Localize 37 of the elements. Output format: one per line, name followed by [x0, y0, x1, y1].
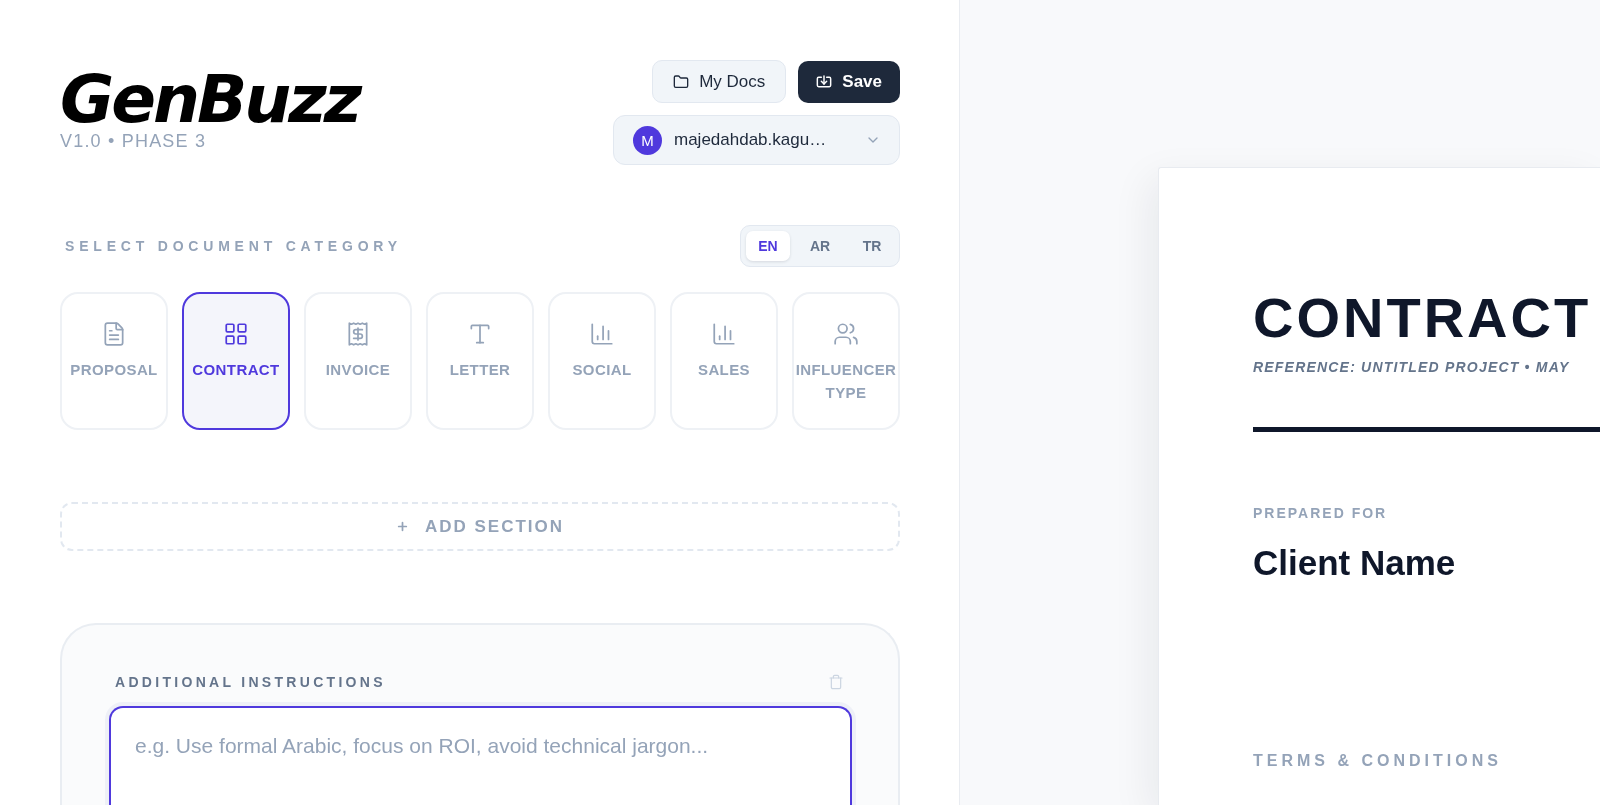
save-button[interactable]: Save: [798, 60, 900, 103]
trash-icon: [828, 674, 844, 690]
instructions-field[interactable]: e.g. Use formal Arabic, focus on ROI, avoid technical jargon...: [109, 706, 852, 805]
category-tile[interactable]: LETTER: [426, 292, 534, 430]
category-tile[interactable]: PROPOSAL: [60, 292, 168, 430]
users-icon: [833, 321, 859, 347]
plus-icon: [395, 520, 409, 533]
version-label: V1.0 • PHASE 3: [60, 130, 207, 152]
instructions-label: ADDITIONAL INSTRUCTIONS: [115, 673, 386, 691]
document-reference: REFERENCE: UNTITLED PROJECT • MAY: [1253, 358, 1570, 376]
text-icon: [467, 321, 493, 347]
section-label: SELECT DOCUMENT CATEGORY: [65, 237, 402, 255]
delete-button[interactable]: [828, 674, 844, 690]
document-icon: [101, 321, 127, 347]
grid-icon: [223, 321, 249, 347]
language-tab[interactable]: TR: [850, 231, 894, 261]
document-title: CONTRACT: [1253, 290, 1592, 346]
account-dropdown[interactable]: M majedahdab.kagu…: [613, 115, 900, 165]
category-tile[interactable]: INFLUENCER TYPE: [792, 292, 900, 430]
category-tile[interactable]: CONTRACT: [182, 292, 290, 430]
category-tile[interactable]: SOCIAL: [548, 292, 656, 430]
language-tab[interactable]: EN: [746, 231, 790, 261]
my-docs-button[interactable]: My Docs: [652, 60, 787, 103]
bar-chart-icon: [589, 321, 615, 347]
category-tile[interactable]: INVOICE: [304, 292, 412, 430]
bar-chart-icon: [711, 321, 737, 347]
section-heading: TERMS & CONDITIONS: [1253, 751, 1502, 771]
client-name: Client Name: [1253, 543, 1456, 583]
category-tile[interactable]: SALES: [670, 292, 778, 430]
add-section-button[interactable]: ADD SECTION: [60, 502, 900, 551]
prepared-for-label: PREPARED FOR: [1253, 505, 1388, 522]
folder-icon: [673, 73, 690, 90]
logo: GenBuzz: [60, 70, 360, 130]
user-avatar: M: [633, 125, 662, 155]
download-icon: [816, 73, 833, 90]
language-tab[interactable]: AR: [798, 231, 842, 261]
receipt-icon: [345, 321, 371, 347]
